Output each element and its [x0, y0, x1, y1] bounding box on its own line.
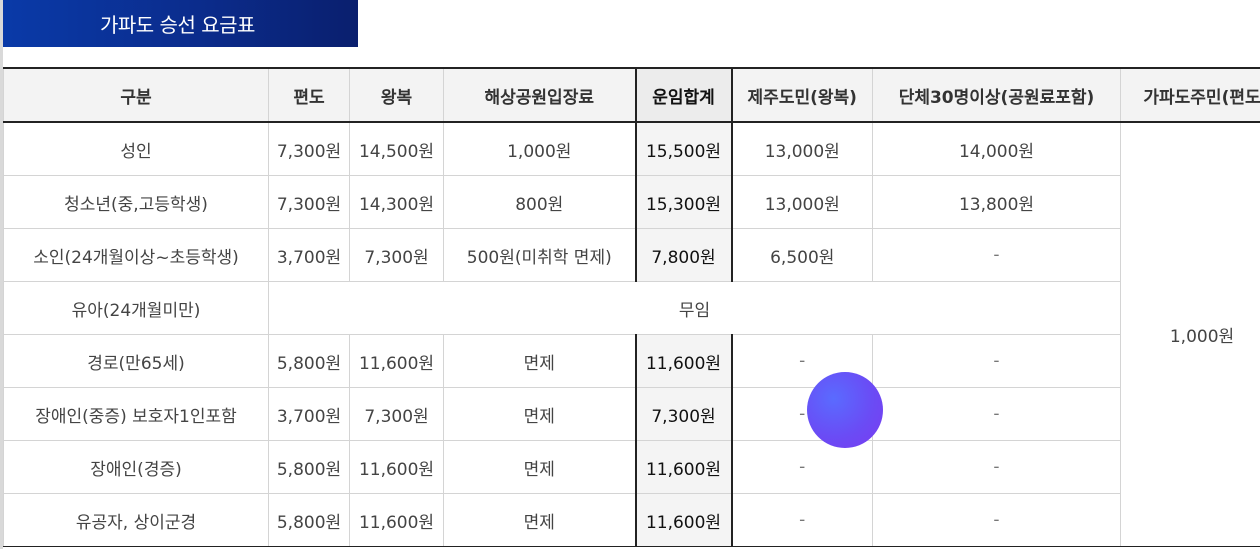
header-jeju-resident: 제주도민(왕복) [731, 67, 873, 123]
cell-jeju: - [731, 493, 873, 547]
cell-total: 11,600원 [634, 334, 733, 388]
cell-round: 7,300원 [349, 228, 444, 282]
header-group: 단체30명이상(공원료포함) [872, 67, 1121, 123]
fare-table: 구분 편도 왕복 해상공원입장료 운임합계 제주도민(왕복) 단체30명이상(공… [3, 67, 1260, 547]
header-row: 구분 편도 왕복 해상공원입장료 운임합계 제주도민(왕복) 단체30명이상(공… [3, 67, 1260, 123]
table-row: 장애인(중증) 보호자1인포함 3,700원 7,300원 면제 7,300원 … [3, 387, 1260, 441]
cell-round: 11,600원 [349, 440, 444, 494]
cell-category: 성인 [3, 121, 269, 176]
cell-group: 13,800원 [872, 175, 1121, 229]
cell-gapado-resident-fare: 1,000원 [1120, 121, 1260, 547]
cell-oneway: 7,300원 [268, 175, 350, 229]
cell-round: 14,500원 [349, 121, 444, 176]
table-row: 유공자, 상이군경 5,800원 11,600원 면제 11,600원 - - [3, 493, 1260, 547]
cell-park-fee: 800원 [443, 175, 636, 229]
cell-round: 14,300원 [349, 175, 444, 229]
cell-free-fare: 무임 [268, 281, 1121, 335]
cell-total: 7,800원 [634, 228, 733, 282]
table-row: 성인 7,300원 14,500원 1,000원 15,500원 13,000원… [3, 121, 1260, 547]
cell-category: 청소년(중,고등학생) [3, 175, 269, 229]
header-category: 구분 [3, 67, 269, 123]
cell-oneway: 5,800원 [268, 440, 350, 494]
cell-group: 14,000원 [872, 121, 1121, 176]
cell-category: 유아(24개월미만) [3, 281, 269, 335]
cell-park-fee: 면제 [443, 493, 636, 547]
cell-group: - [872, 440, 1121, 494]
cell-park-fee: 면제 [443, 334, 636, 388]
cell-park-fee: 면제 [443, 387, 636, 441]
cell-total: 11,600원 [634, 440, 733, 494]
cell-group: - [872, 387, 1121, 441]
table-row: 경로(만65세) 5,800원 11,600원 면제 11,600원 - - [3, 334, 1260, 388]
cell-category: 경로(만65세) [3, 334, 269, 388]
cell-oneway: 3,700원 [268, 228, 350, 282]
cell-category: 장애인(경증) [3, 440, 269, 494]
cell-category: 소인(24개월이상~초등학생) [3, 228, 269, 282]
cell-round: 7,300원 [349, 387, 444, 441]
cell-category: 유공자, 상이군경 [3, 493, 269, 547]
table-row: 소인(24개월이상~초등학생) 3,700원 7,300원 500원(미취학 면… [3, 228, 1260, 282]
table-row: 장애인(경증) 5,800원 11,600원 면제 11,600원 - - [3, 440, 1260, 494]
fare-table-container[interactable]: 구분 편도 왕복 해상공원입장료 운임합계 제주도민(왕복) 단체30명이상(공… [3, 67, 1260, 547]
cell-round: 11,600원 [349, 493, 444, 547]
table-row: 청소년(중,고등학생) 7,300원 14,300원 800원 15,300원 … [3, 175, 1260, 229]
cell-oneway: 7,300원 [268, 121, 350, 176]
header-gapado-resident: 가파도주민(편도 [1120, 67, 1260, 123]
cell-total: 7,300원 [634, 387, 733, 441]
cell-jeju: 13,000원 [731, 121, 873, 176]
cell-jeju: 13,000원 [731, 175, 873, 229]
cell-category: 장애인(중증) 보호자1인포함 [3, 387, 269, 441]
cell-total: 15,500원 [634, 121, 733, 176]
cell-jeju: - [731, 440, 873, 494]
cell-group: - [872, 228, 1121, 282]
header-park-fee: 해상공원입장료 [443, 67, 636, 123]
header-total: 운임합계 [634, 67, 733, 123]
cell-oneway: 3,700원 [268, 387, 350, 441]
floating-circle-indicator [807, 372, 883, 448]
cell-oneway: 5,800원 [268, 334, 350, 388]
page-title: 가파도 승선 요금표 [3, 0, 358, 47]
cell-park-fee: 500원(미취학 면제) [443, 228, 636, 282]
header-oneway: 편도 [268, 67, 350, 123]
cell-total: 15,300원 [634, 175, 733, 229]
cell-jeju: 6,500원 [731, 228, 873, 282]
cell-total: 11,600원 [634, 493, 733, 547]
cell-park-fee: 면제 [443, 440, 636, 494]
header-round: 왕복 [349, 67, 444, 123]
cell-group: - [872, 493, 1121, 547]
cell-park-fee: 1,000원 [443, 121, 636, 176]
cell-group: - [872, 334, 1121, 388]
table-row: 유아(24개월미만) 무임 [3, 281, 1260, 335]
cell-round: 11,600원 [349, 334, 444, 388]
cell-oneway: 5,800원 [268, 493, 350, 547]
